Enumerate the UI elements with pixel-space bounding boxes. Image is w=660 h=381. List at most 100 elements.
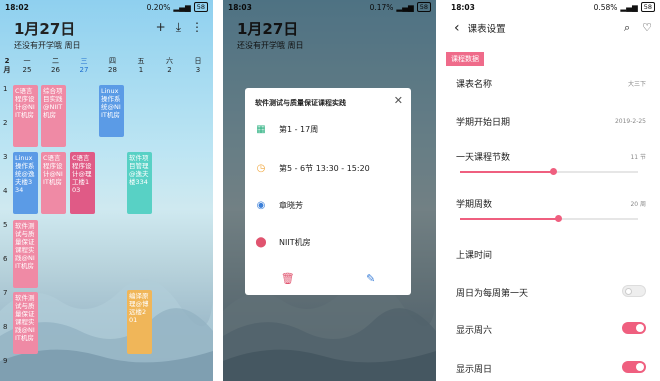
calendar-icon: ▦ xyxy=(256,124,266,135)
weekday-header-0: 一 25 xyxy=(13,57,41,75)
status-time: 18:03 xyxy=(451,2,475,12)
period-number: 7 xyxy=(3,289,8,297)
heart-icon[interactable]: ♡ xyxy=(642,21,652,35)
weekday-name: 二 xyxy=(52,57,59,65)
timetable-settings-screen: 18:03 0.58% ▂▄▆ 58 ‹ 课表设置 ⌕ ♡ 课程数据 课表名称 … xyxy=(446,0,660,381)
weekday-header-3: 四 28 xyxy=(99,57,127,75)
week-header: 2月 一 25 二 26 三 27 四 28 五 1 六 2 日 3 xyxy=(0,57,213,79)
section-badge: 课程数据 xyxy=(446,52,484,66)
date-title: 1月27日 xyxy=(14,20,76,38)
setting-label: 显示周六 xyxy=(456,326,493,336)
setting-table-name[interactable]: 课表名称 大三下 xyxy=(456,77,646,90)
signal-icon: ▂▄▆ xyxy=(620,2,638,12)
add-icon[interactable]: + xyxy=(156,20,166,35)
course-block[interactable]: 软件测试与质量保证课程实践@NIIT机房 xyxy=(13,220,38,288)
time-row: ◷ 第5 - 6节 13:30 - 15:20 xyxy=(255,163,370,174)
weekday-date: 3 xyxy=(195,66,201,74)
weeks-row: ▦ 第1 - 17周 xyxy=(255,124,318,135)
status-bar: 18:03 0.58% ▂▄▆ 58 xyxy=(446,0,660,14)
period-number: 9 xyxy=(3,357,8,365)
period-number: 6 xyxy=(3,255,8,263)
location-text: NIIT机房 xyxy=(279,238,311,247)
setting-label: 学期开始日期 xyxy=(456,118,511,128)
location-row: ⬤ NIIT机房 xyxy=(255,237,311,248)
weekday-name: 一 xyxy=(23,57,31,65)
setting-value: 大三下 xyxy=(627,81,646,88)
weeks-text: 第1 - 17周 xyxy=(279,125,319,134)
weekday-header-2: 三 27 xyxy=(70,57,98,75)
status-speed: 0.20% xyxy=(146,2,171,12)
person-icon: ◉ xyxy=(256,200,266,211)
edit-icon[interactable]: ✎ xyxy=(366,272,375,285)
show-sunday-toggle[interactable] xyxy=(622,361,646,373)
search-icon[interactable]: ⌕ xyxy=(624,21,630,35)
sunday-first-toggle[interactable] xyxy=(622,285,646,297)
setting-semester-weeks: 学期周数 20 周 xyxy=(456,197,646,210)
setting-label: 课表名称 xyxy=(456,80,493,90)
weekday-date: 2 xyxy=(167,66,172,74)
timetable-screen: 18:02 0.20% ▂▄▆ 58 1月27日 + ⤓ ⋮ 还没有开学哦 周日… xyxy=(0,0,213,381)
weekday-header-6: 日3 xyxy=(184,57,212,75)
course-block[interactable]: Linux操作系统@逸夫楼334 xyxy=(13,152,38,214)
time-text: 第5 - 6节 13:30 - 15:20 xyxy=(279,164,370,173)
location-pin-icon: ⬤ xyxy=(255,237,267,248)
period-number: 4 xyxy=(3,187,8,195)
course-block[interactable]: 编译原理@博远楼201 xyxy=(127,290,152,354)
weekday-header-1: 二 26 xyxy=(42,57,70,75)
slider-knob[interactable] xyxy=(549,168,557,175)
weekday-name: 三 xyxy=(80,57,88,65)
setting-label: 学期周数 xyxy=(456,200,493,210)
course-block[interactable]: 综合项目实践@NIIT机房 xyxy=(41,85,66,147)
setting-value: 11 节 xyxy=(630,154,646,161)
weekday-date: 27 xyxy=(79,66,89,74)
weekday-date: 1 xyxy=(138,66,144,74)
close-icon[interactable]: ✕ xyxy=(394,94,403,107)
weekday-name: 四 xyxy=(109,57,116,65)
setting-label: 一天课程节数 xyxy=(456,153,511,163)
course-block[interactable]: C语言程序设计@NIIT机房 xyxy=(41,152,66,214)
setting-label: 周日为每周第一天 xyxy=(456,289,529,299)
setting-start-date[interactable]: 学期开始日期 2019-2-25 xyxy=(456,115,646,128)
battery-icon: 58 xyxy=(640,2,655,12)
period-number: 8 xyxy=(3,323,8,331)
slider-knob[interactable] xyxy=(554,215,562,222)
period-number: 5 xyxy=(3,221,8,229)
weeks-slider[interactable] xyxy=(460,215,638,222)
period-number: 1 xyxy=(3,85,8,93)
month-label: 2月 xyxy=(3,57,11,74)
course-block[interactable]: 软件测试与质量保证课程实践@NIIT机房 xyxy=(13,292,38,354)
show-saturday-toggle[interactable] xyxy=(622,322,646,334)
status-speed: 0.58% xyxy=(593,2,618,12)
weekday-date: 28 xyxy=(108,66,117,74)
setting-label: 上课时间 xyxy=(456,251,493,261)
course-name: 软件测试与质量保证课程实践 xyxy=(255,99,346,107)
page-title: 课表设置 xyxy=(467,24,506,35)
back-icon[interactable]: ‹ xyxy=(454,20,460,36)
battery-icon: 58 xyxy=(193,2,208,12)
status-time: 18:02 xyxy=(5,2,29,12)
period-number: 2 xyxy=(3,119,8,127)
period-number: 3 xyxy=(3,153,8,161)
more-icon[interactable]: ⋮ xyxy=(191,20,203,35)
course-block[interactable]: C语言程序设计@NIIT机房 xyxy=(13,85,38,147)
weekday-name: 五 xyxy=(137,57,145,65)
setting-periods-per-day: 一天课程节数 11 节 xyxy=(456,150,646,163)
clock-icon: ◷ xyxy=(256,163,266,174)
setting-show-sunday: 显示周日 xyxy=(456,362,646,375)
setting-class-time[interactable]: 上课时间 xyxy=(456,248,646,261)
delete-icon[interactable]: 🗑 xyxy=(281,272,295,285)
course-block[interactable]: Linux操作系统@NIIT机房 xyxy=(99,85,124,137)
weekday-header-4: 五1 xyxy=(127,57,155,75)
periods-slider[interactable] xyxy=(460,168,638,175)
semester-status: 还没有开学哦 周日 xyxy=(14,41,81,50)
course-block[interactable]: 软件项目管理@逸夫楼334 xyxy=(127,152,152,214)
weekday-name: 六 xyxy=(166,57,173,65)
teacher-text: 章晓芳 xyxy=(279,201,303,210)
weekday-name: 日 xyxy=(194,57,202,65)
download-icon[interactable]: ⤓ xyxy=(176,20,181,35)
weekday-date: 26 xyxy=(51,66,60,74)
teacher-row: ◉ 章晓芳 xyxy=(255,200,303,211)
signal-icon: ▂▄▆ xyxy=(173,2,191,12)
status-bar: 18:02 0.20% ▂▄▆ 58 xyxy=(0,0,213,14)
course-block[interactable]: C语言程序设计@理工楼103 xyxy=(70,152,95,214)
